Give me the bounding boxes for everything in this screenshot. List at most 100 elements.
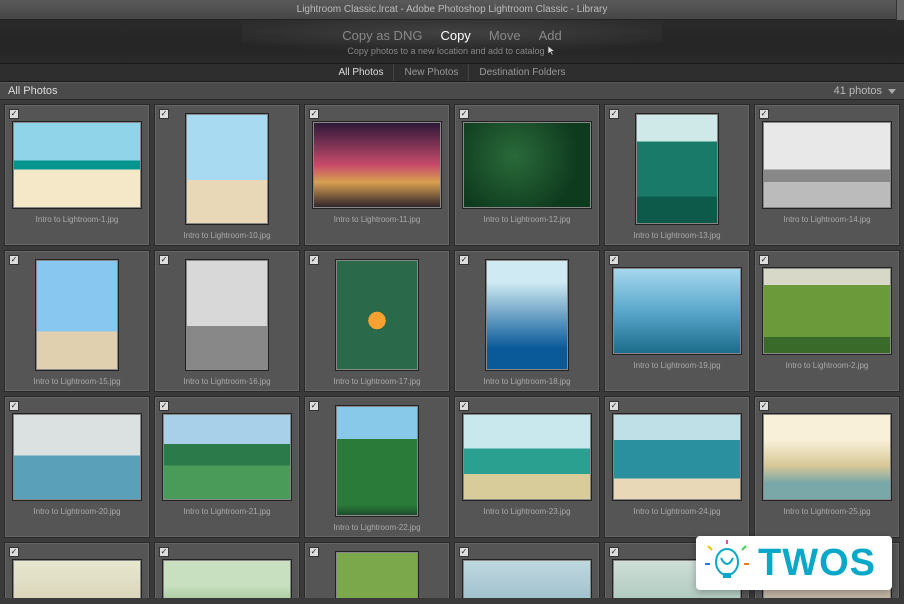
window-title: Lightroom Classic.lrcat - Adobe Photosho… [297, 4, 608, 15]
import-checkbox[interactable]: ✓ [309, 109, 319, 119]
import-checkbox[interactable]: ✓ [759, 109, 769, 119]
filter-tab-destination-folders[interactable]: Destination Folders [469, 64, 575, 81]
import-checkbox[interactable]: ✓ [459, 401, 469, 411]
thumbnail-filename: Intro to Lightroom-2.jpg [786, 361, 869, 370]
import-checkbox[interactable]: ✓ [459, 547, 469, 557]
thumbnail-cell[interactable]: ✓ Intro to Lightroom-19.jpg [604, 250, 750, 392]
import-checkbox[interactable]: ✓ [309, 401, 319, 411]
thumbnail-image[interactable] [462, 121, 592, 209]
thumbnail-cell[interactable]: ✓Intro to Lightroom-28.jpg [304, 542, 450, 598]
thumbnail-cell[interactable]: ✓ Intro to Lightroom-20.jpg [4, 396, 150, 538]
thumbnail-filename: Intro to Lightroom-13.jpg [633, 231, 720, 240]
thumbnail-image[interactable] [312, 121, 442, 209]
filter-tab-new-photos[interactable]: New Photos [394, 64, 469, 81]
grid-header-title: All Photos [8, 85, 58, 97]
photo-count: 41 photos [834, 85, 882, 97]
import-checkbox[interactable]: ✓ [309, 547, 319, 557]
import-mode-move[interactable]: Move [489, 28, 521, 43]
thumbnail-grid-area[interactable]: ✓Intro to Lightroom-1.jpg✓Intro to Light… [0, 100, 904, 598]
import-checkbox[interactable]: ✓ [459, 109, 469, 119]
thumbnail-cell[interactable]: ✓Intro to Lightroom-29.jpg [454, 542, 600, 598]
import-checkbox[interactable]: ✓ [9, 255, 19, 265]
import-checkbox[interactable]: ✓ [159, 401, 169, 411]
thumbnail-image[interactable] [185, 259, 269, 371]
thumbnail-cell[interactable]: ✓ Intro to Lightroom-21.jpg [154, 396, 300, 538]
import-checkbox[interactable]: ✓ [159, 109, 169, 119]
import-checkbox[interactable]: ✓ [609, 109, 619, 119]
thumbnail-cell[interactable]: ✓ Intro to Lightroom-23.jpg [454, 396, 600, 538]
thumbnail-cell[interactable]: ✓ Intro to Lightroom-1.jpg [4, 104, 150, 246]
thumbnail-image[interactable] [635, 113, 719, 225]
thumbnail-image[interactable] [162, 413, 292, 501]
thumbnail-image[interactable] [185, 113, 269, 225]
thumbnail-filename: Intro to Lightroom-24.jpg [633, 507, 720, 516]
thumbnail-image[interactable] [335, 259, 419, 371]
thumbnail-filename: Intro to Lightroom-17.jpg [333, 377, 420, 386]
import-checkbox[interactable]: ✓ [609, 547, 619, 557]
import-checkbox[interactable]: ✓ [759, 255, 769, 265]
thumbnail-image[interactable] [335, 405, 419, 517]
thumbnail-image[interactable] [485, 259, 569, 371]
thumbnail-image[interactable] [762, 413, 892, 501]
thumbnail-image[interactable] [612, 267, 742, 355]
thumbnail-filename: Intro to Lightroom-16.jpg [183, 377, 270, 386]
chevron-down-icon [888, 89, 896, 94]
import-checkbox[interactable]: ✓ [759, 401, 769, 411]
import-checkbox[interactable]: ✓ [609, 255, 619, 265]
import-mode-bar: Copy as DNG Copy Move Add Copy photos to… [0, 20, 904, 64]
thumbnail-filename: Intro to Lightroom-25.jpg [783, 507, 870, 516]
import-checkbox[interactable]: ✓ [309, 255, 319, 265]
thumbnail-cell[interactable]: ✓Intro to Lightroom-26.jpg [4, 542, 150, 598]
thumbnail-image[interactable] [762, 267, 892, 355]
thumbnail-filename: Intro to Lightroom-20.jpg [33, 507, 120, 516]
thumbnail-filename: Intro to Lightroom-19.jpg [633, 361, 720, 370]
import-checkbox[interactable]: ✓ [459, 255, 469, 265]
thumbnail-cell[interactable]: ✓ Intro to Lightroom-24.jpg [604, 396, 750, 538]
scrollbar-vertical[interactable] [896, 0, 904, 20]
thumbnail-image[interactable] [762, 121, 892, 209]
thumbnail-cell[interactable]: ✓ Intro to Lightroom-17.jpg [304, 250, 450, 392]
thumbnail-cell[interactable]: ✓ Intro to Lightroom-10.jpg [154, 104, 300, 246]
thumbnail-filename: Intro to Lightroom-23.jpg [483, 507, 570, 516]
thumbnail-cell[interactable]: ✓Intro to Lightroom-22.jpg [304, 396, 450, 538]
thumbnail-cell[interactable]: ✓Intro to Lightroom-15.jpg [4, 250, 150, 392]
thumbnail-filename: Intro to Lightroom-10.jpg [183, 231, 270, 240]
thumbnail-filename: Intro to Lightroom-1.jpg [36, 215, 119, 224]
thumbnail-image[interactable] [335, 551, 419, 598]
thumbnail-filename: Intro to Lightroom-12.jpg [483, 215, 570, 224]
import-checkbox[interactable]: ✓ [9, 401, 19, 411]
thumbnail-image[interactable] [612, 413, 742, 501]
thumbnail-image[interactable] [12, 559, 142, 598]
thumbnail-cell[interactable]: ✓ Intro to Lightroom-13.jpg [604, 104, 750, 246]
thumbnail-filename: Intro to Lightroom-21.jpg [183, 507, 270, 516]
import-checkbox[interactable]: ✓ [609, 401, 619, 411]
thumbnail-image[interactable] [462, 559, 592, 598]
thumbnail-image[interactable] [12, 121, 142, 209]
lightbulb-icon [704, 540, 750, 586]
thumbnail-cell[interactable]: ✓ Intro to Lightroom-25.jpg [754, 396, 900, 538]
import-checkbox[interactable]: ✓ [9, 547, 19, 557]
import-checkbox[interactable]: ✓ [9, 109, 19, 119]
grid-header: All Photos 41 photos [0, 82, 904, 100]
thumbnail-cell[interactable]: ✓ Intro to Lightroom-2.jpg [754, 250, 900, 392]
thumbnail-image[interactable] [462, 413, 592, 501]
import-checkbox[interactable]: ✓ [159, 255, 169, 265]
thumbnail-cell[interactable]: ✓Intro to Lightroom-27.jpg [154, 542, 300, 598]
import-mode-add[interactable]: Add [539, 28, 562, 43]
grid-header-right[interactable]: 41 photos [834, 85, 896, 97]
filter-tab-all-photos[interactable]: All Photos [328, 64, 394, 81]
thumbnail-grid: ✓Intro to Lightroom-1.jpg✓Intro to Light… [0, 100, 904, 598]
window-titlebar: Lightroom Classic.lrcat - Adobe Photosho… [0, 0, 904, 20]
thumbnail-image[interactable] [162, 559, 292, 598]
thumbnail-cell[interactable]: ✓ Intro to Lightroom-12.jpg [454, 104, 600, 246]
thumbnail-cell[interactable]: ✓Intro to Lightroom-11.jpg [304, 104, 450, 246]
import-subtitle-row: Copy photos to a new location and add to… [0, 45, 904, 57]
thumbnail-cell[interactable]: ✓Intro to Lightroom-14.jpg [754, 104, 900, 246]
import-mode-copy-dng[interactable]: Copy as DNG [342, 28, 422, 43]
import-checkbox[interactable]: ✓ [159, 547, 169, 557]
thumbnail-cell[interactable]: ✓Intro to Lightroom-18.jpg [454, 250, 600, 392]
thumbnail-image[interactable] [12, 413, 142, 501]
import-mode-copy[interactable]: Copy [440, 28, 470, 43]
thumbnail-image[interactable] [35, 259, 119, 371]
thumbnail-cell[interactable]: ✓ Intro to Lightroom-16.jpg [154, 250, 300, 392]
